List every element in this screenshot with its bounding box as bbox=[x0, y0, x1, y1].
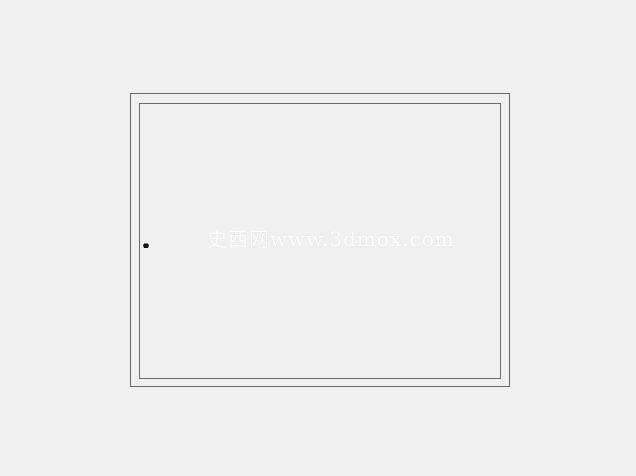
hand-cursor-icon bbox=[142, 236, 150, 248]
canvas: 史西网www.3dmox.com bbox=[0, 0, 636, 476]
watermark-text: 史西网www.3dmox.com bbox=[207, 227, 455, 251]
